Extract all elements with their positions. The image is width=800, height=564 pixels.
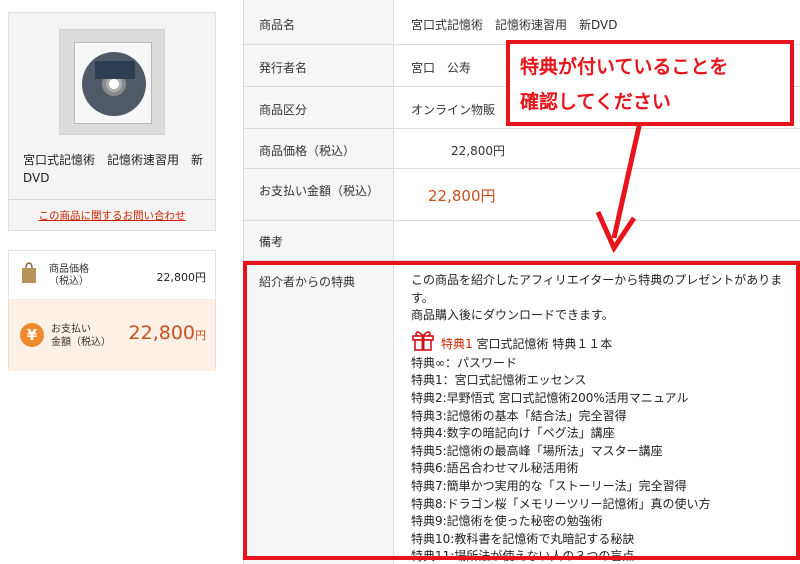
table-row: 商品名 宮口式記憶術 記憶術速習用 新DVD xyxy=(244,0,800,45)
yen-icon: ¥ xyxy=(20,323,44,347)
benefit-item: 特典1：宮口式記憶術エッセンス xyxy=(411,373,587,388)
benefit-item: 特典8:ドラゴン桜「メモリーツリー記憶術」真の使い方 xyxy=(411,496,711,511)
row-label: 紹介者からの特典 xyxy=(244,261,394,564)
row-label: 発行者名 xyxy=(244,45,394,86)
annotation-line2: 確認してください xyxy=(520,91,671,113)
gift-title-value: 宮口式記憶術 特典１１本 xyxy=(476,336,613,351)
divider xyxy=(9,199,215,200)
total-unit: 円 xyxy=(195,329,206,342)
benefit-content: この商品を紹介したアフィリエイターから特典のプレゼントがあります。 商品購入後に… xyxy=(411,272,796,564)
publisher-value: 宮口 公寿 xyxy=(411,61,472,75)
benefit-intro-line: 商品購入後にダウンロードできます。 xyxy=(411,308,614,323)
product-inquiry-link[interactable]: この商品に関するお問い合わせ xyxy=(9,208,215,223)
benefit-item: 特典11:場所法が使えない人の３つの盲点 xyxy=(411,549,635,564)
total-label: お支払い 金額（税込） xyxy=(51,323,111,349)
row-label: 商品価格（税込） xyxy=(244,129,394,168)
price-value: 22,800円 xyxy=(156,271,207,284)
benefit-item: 特典∞：パスワード xyxy=(411,355,517,370)
price-label: 商品価格 （税込） xyxy=(49,264,89,288)
price-summary-box: 商品価格 （税込） 22,800円 ¥ お支払い 金額（税込） 22,800円 xyxy=(8,250,216,371)
benefit-item: 特典5:記憶術の最高峰「場所法」マスター講座 xyxy=(411,443,663,458)
price-label-line2: （税込） xyxy=(49,276,89,287)
product-image[interactable] xyxy=(59,29,165,135)
benefit-intro-line: この商品を紹介したアフィリエイターから特典のプレゼントがあります。 xyxy=(411,273,783,305)
benefit-item: 特典4:数字の暗記向け「ペグ法」講座 xyxy=(411,426,615,441)
row-label-text: 備考 xyxy=(259,235,284,249)
benefit-item: 特典10:教科書を記憶術で丸暗記する秘訣 xyxy=(411,531,635,546)
gift-title-label: 特典1 xyxy=(441,336,473,351)
total-row: ¥ お支払い 金額（税込） 22,800円 xyxy=(9,299,215,371)
row-label-text: 商品区分 xyxy=(259,103,308,117)
annotation-callout: 特典が付いていることを 確認してください xyxy=(506,40,794,126)
total-label-line1: お支払い xyxy=(51,324,91,335)
category-value: オンライン物販 xyxy=(411,103,496,117)
row-label: お支払い金額（税込） xyxy=(244,169,394,220)
row-label: 商品区分 xyxy=(244,87,394,128)
total-amount: 22,800 xyxy=(128,322,195,344)
benefit-item: 特典7:簡単かつ実用的な「ストーリー法」完全習得 xyxy=(411,478,687,493)
benefit-item: 特典2:早野悟式 宮口式記憶術200%活用マニュアル xyxy=(411,390,689,405)
annotation-line1: 特典が付いていることを xyxy=(520,56,729,78)
dvd-case-icon xyxy=(74,42,152,124)
annotation-arrow-icon xyxy=(595,121,643,254)
row-label-text: お支払い金額（税込） xyxy=(259,184,380,198)
row-label-text: 商品名 xyxy=(259,18,296,32)
disc-label-graphic xyxy=(95,61,135,79)
row-label: 備考 xyxy=(244,221,394,260)
benefit-item: 特典6:語呂合わせマル秘活用術 xyxy=(411,461,579,476)
total-price-value: 22,800円 xyxy=(428,187,496,205)
shopping-bag-icon xyxy=(22,262,36,283)
gift-title: 特典1 宮口式記憶術 特典１１本 xyxy=(411,330,796,355)
total-value: 22,800円 xyxy=(129,322,206,344)
gift-icon xyxy=(412,330,434,351)
benefit-item: 特典9:記憶術を使った秘密の勉強術 xyxy=(411,514,603,529)
row-label: 商品名 xyxy=(244,0,394,44)
benefit-item: 特典3:記憶術の基本「結合法」完全習得 xyxy=(411,408,627,423)
row-label-text: 商品価格（税込） xyxy=(259,144,356,158)
product-title: 宮口式記憶術 記憶術速習用 新DVD xyxy=(23,153,204,185)
row-label-text: 紹介者からの特典 xyxy=(259,275,356,289)
product-card: 宮口式記憶術 記憶術速習用 新DVD この商品に関するお問い合わせ xyxy=(8,12,216,231)
table-row: お支払い金額（税込） 22,800円 xyxy=(244,169,800,221)
table-row-benefits: 紹介者からの特典 この商品を紹介したアフィリエイターから特典のプレゼントがありま… xyxy=(244,261,800,564)
price-row: 商品価格 （税込） 22,800円 xyxy=(9,251,215,299)
product-name-value: 宮口式記憶術 記憶術速習用 新DVD xyxy=(411,18,618,32)
annotation-text: 特典が付いていることを 確認してください xyxy=(520,50,728,120)
row-label-text: 発行者名 xyxy=(259,61,308,75)
table-row: 備考 xyxy=(244,221,800,261)
total-label-line2: 金額（税込） xyxy=(51,337,111,348)
price-value-cell: 22,800円 xyxy=(451,144,505,158)
price-label-line1: 商品価格 xyxy=(49,264,89,275)
table-row: 商品価格（税込） 22,800円 xyxy=(244,129,800,169)
